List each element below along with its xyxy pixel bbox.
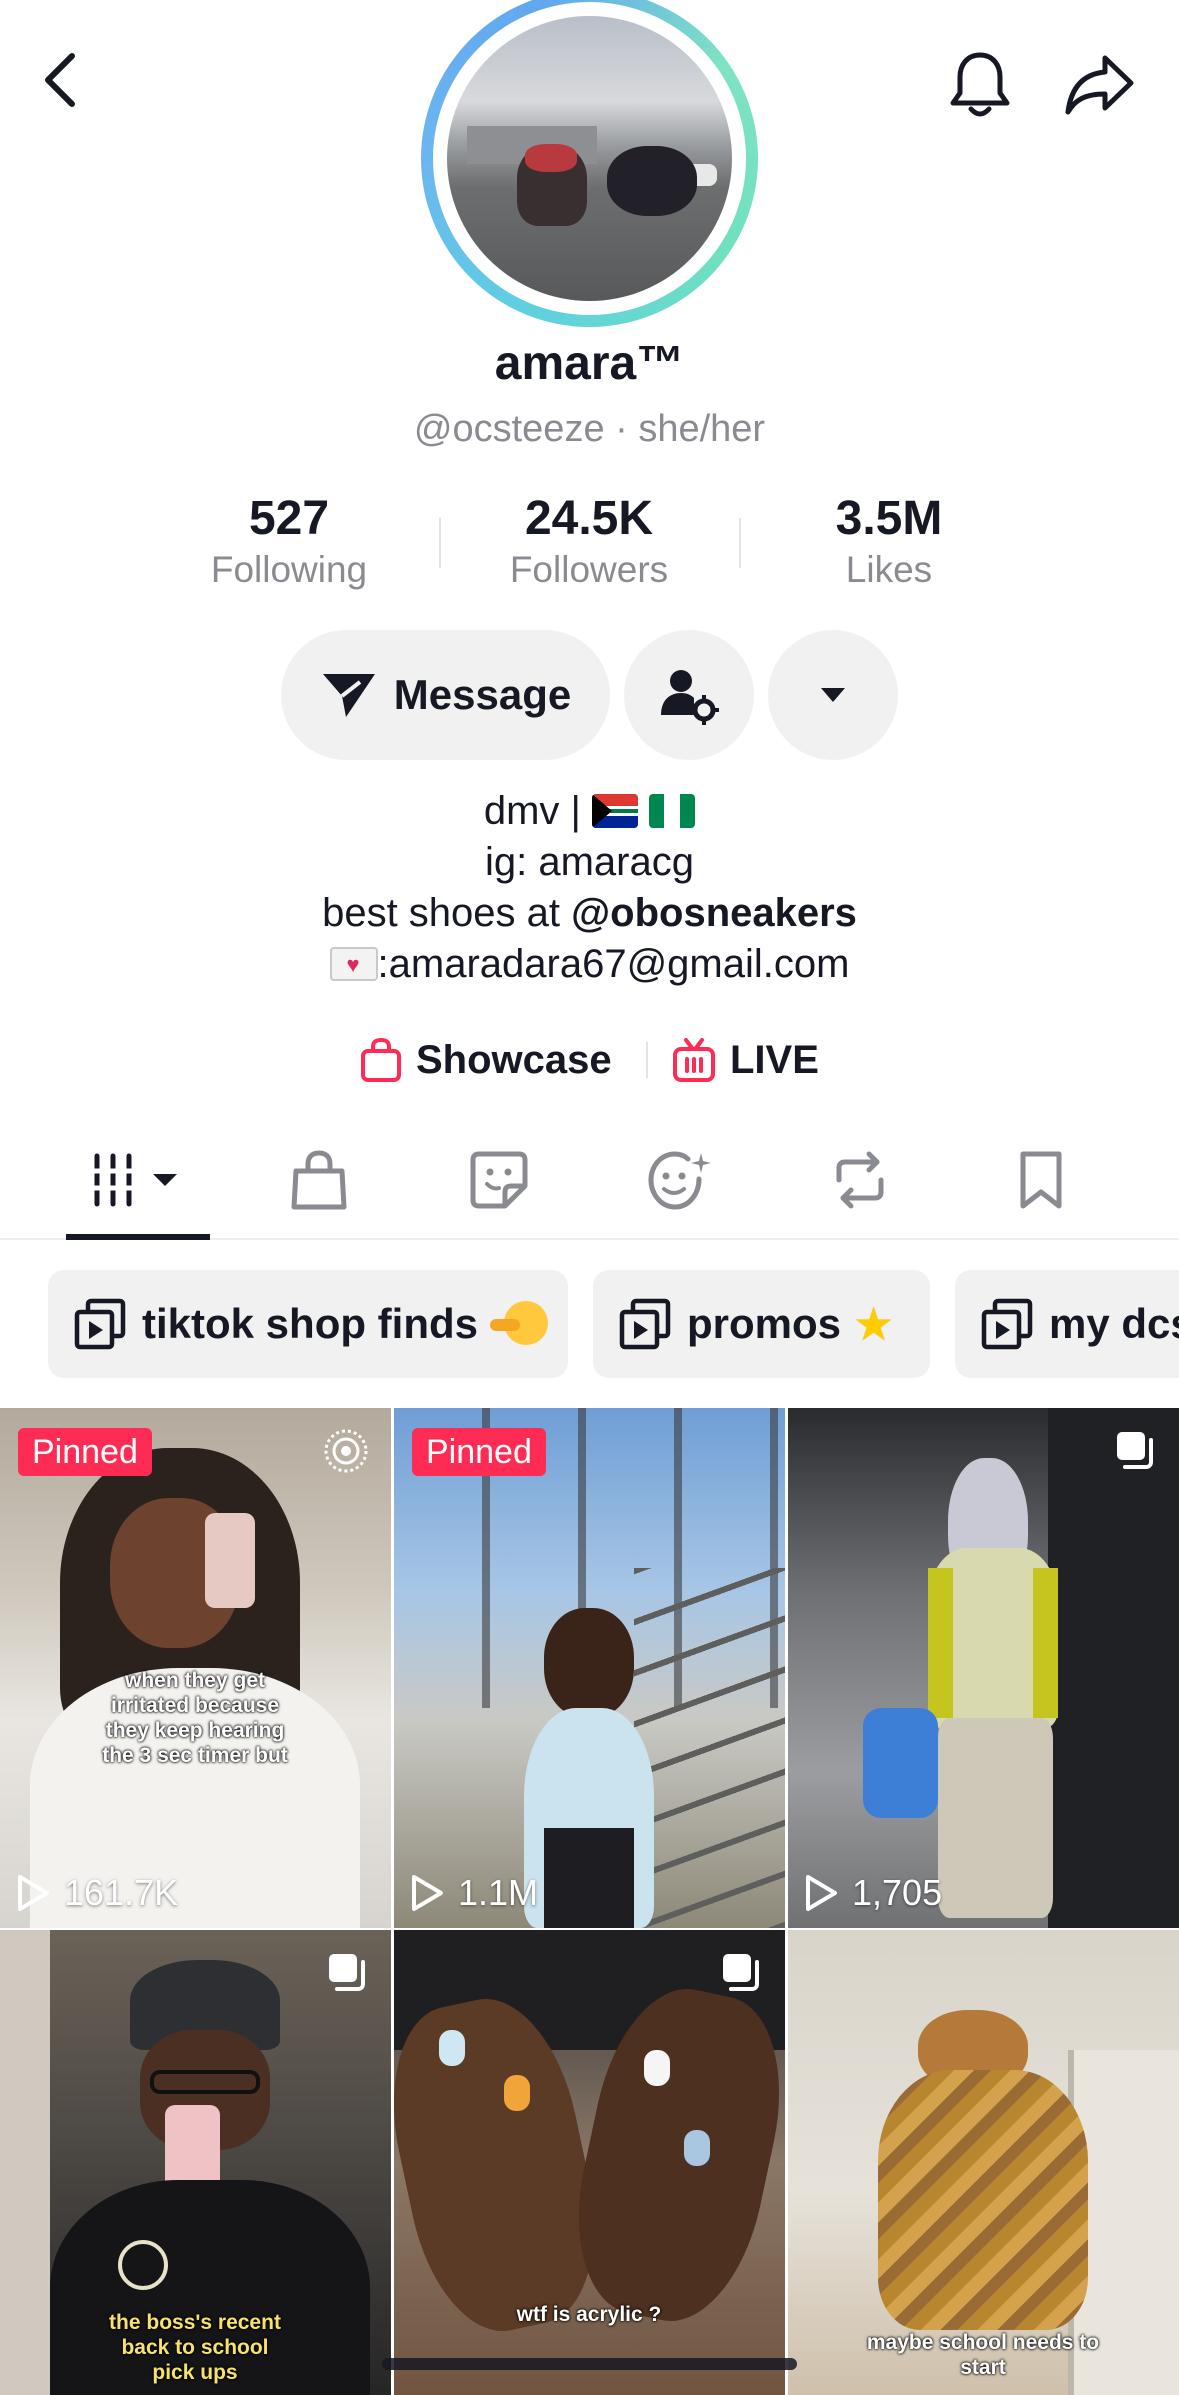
view-count: 1.1M (410, 1872, 538, 1914)
multiple-photos-icon (1117, 1432, 1153, 1469)
video-thumbnail[interactable]: maybe school needs to start (788, 1930, 1179, 2395)
repost-icon (836, 1151, 884, 1209)
live-photo-icon (324, 1429, 368, 1473)
bell-icon[interactable] (935, 40, 1025, 130)
caret-down-icon (821, 688, 845, 702)
south-africa-flag-icon (592, 794, 639, 828)
playlist-chip[interactable]: promos ★ (593, 1270, 930, 1378)
showcase-label: Showcase (416, 1037, 612, 1082)
playlist-icon (74, 1298, 126, 1350)
tab-liked[interactable] (605, 1120, 755, 1240)
back-icon[interactable] (30, 40, 90, 120)
video-caption: wtf is acrylic ? (516, 2303, 662, 2326)
bookmark-icon (1020, 1151, 1062, 1209)
view-count: 1,705 (804, 1872, 942, 1914)
tab-shop[interactable] (244, 1120, 394, 1240)
star-emoji-icon: ★ (853, 1298, 895, 1350)
profile-tabs (0, 1120, 1179, 1240)
bio-line-email: ♥:amaradara67@gmail.com (0, 939, 1179, 990)
liked-face-icon (648, 1151, 711, 1210)
showcase-link[interactable]: Showcase (360, 1030, 612, 1090)
pointing-face-emoji-icon (490, 1301, 548, 1347)
playlist-icon (981, 1298, 1033, 1350)
live-tv-icon (673, 1038, 715, 1082)
shopping-bag-icon (361, 1037, 401, 1082)
stat-divider (439, 518, 441, 568)
playlist-chip[interactable]: my dcs (955, 1270, 1179, 1378)
nigeria-flag-icon (649, 794, 696, 828)
following-label: Following (210, 549, 368, 590)
view-count: 161.7K (16, 1872, 178, 1914)
friend-settings-button[interactable] (624, 630, 754, 760)
followers-label: Followers (509, 549, 669, 590)
stat-likes[interactable]: 3.5M Likes (779, 490, 999, 592)
message-label: Message (393, 671, 572, 718)
stat-following[interactable]: 527 Following (179, 490, 399, 592)
play-icon (806, 1875, 837, 1911)
avatar-image (447, 16, 732, 301)
live-link[interactable]: LIVE (672, 1030, 819, 1090)
play-icon (412, 1875, 443, 1911)
profile-stats: 527 Following 24.5K Followers 3.5M Likes (0, 490, 1179, 600)
profile-name: amara™ (494, 337, 685, 390)
pinned-badge: Pinned (412, 1428, 546, 1476)
videos-grid-icon (93, 1153, 177, 1207)
bio-line-instagram: ig: amaracg (485, 840, 694, 884)
tab-stickers[interactable] (424, 1120, 574, 1240)
video-caption: when they get irritated because they kee… (102, 1669, 288, 1767)
stat-followers[interactable]: 24.5K Followers (479, 490, 699, 592)
bio-mention-link[interactable]: @obosneakers (571, 891, 857, 935)
send-icon (322, 674, 375, 717)
share-icon[interactable] (1055, 40, 1145, 130)
home-indicator[interactable] (382, 2358, 797, 2370)
playlist-row: tiktok shop finds promos ★ my dcs (0, 1270, 1179, 1378)
followers-count: 24.5K (524, 492, 654, 545)
playlist-chip[interactable]: tiktok shop finds (48, 1270, 568, 1378)
user-settings-icon (661, 670, 719, 725)
multiple-photos-icon (723, 1954, 759, 1991)
pinned-badge: Pinned (18, 1428, 152, 1476)
live-label: LIVE (730, 1037, 819, 1082)
likes-label: Likes (845, 549, 933, 590)
tab-reposts[interactable] (785, 1120, 935, 1240)
bio-line-location: dmv | (0, 786, 1179, 837)
video-caption: maybe school needs to start (866, 2331, 1100, 2379)
links-divider (646, 1042, 648, 1078)
likes-count: 3.5M (835, 492, 943, 545)
tab-videos[interactable] (63, 1120, 213, 1240)
video-thumbnail[interactable]: Pinned 1.1M (394, 1408, 785, 1928)
sticker-icon (470, 1151, 528, 1209)
active-tab-indicator (66, 1234, 210, 1240)
tab-favorites[interactable] (966, 1120, 1116, 1240)
love-letter-icon: ♥ (329, 947, 378, 981)
play-icon (18, 1875, 49, 1911)
playlist-icon (619, 1298, 671, 1350)
video-caption: the boss's recent back to school pick up… (109, 2311, 281, 2384)
video-thumbnail[interactable]: Pinned when they get irritated because t… (0, 1408, 391, 1928)
bio-line-shoes: best shoes at @obosneakers (322, 891, 857, 935)
video-thumbnail[interactable]: 1,705 (788, 1408, 1179, 1928)
multiple-photos-icon (329, 1954, 365, 1991)
profile-bio: dmv | ig: amaracg best shoes at @obosnea… (0, 786, 1179, 990)
following-count: 527 (248, 492, 330, 545)
video-thumbnail[interactable]: wtf is acrylic ? (394, 1930, 785, 2395)
stat-divider (739, 518, 741, 568)
profile-links: Showcase LIVE (0, 1030, 1179, 1090)
profile-handle: @ocsteeze · she/her (413, 408, 766, 450)
video-thumbnail[interactable]: the boss's recent back to school pick up… (0, 1930, 391, 2395)
avatar[interactable] (421, 0, 758, 327)
profile-actions: Message (0, 630, 1179, 760)
video-grid: Pinned when they get irritated because t… (0, 1408, 1179, 2395)
message-button[interactable]: Message (281, 630, 610, 760)
shop-bag-icon (291, 1150, 347, 1210)
more-options-button[interactable] (768, 630, 898, 760)
